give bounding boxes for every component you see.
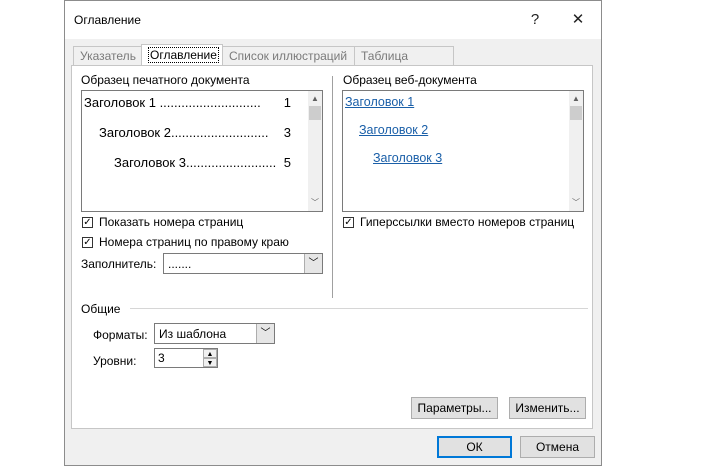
title-bar: Оглавление ? ✕ xyxy=(65,1,601,39)
entry-page: 3 xyxy=(283,125,291,140)
tab-leader-select[interactable]: ....... ﹀ xyxy=(163,253,323,274)
entry-text: Заголовок 1 ............................ xyxy=(84,95,261,110)
print-preview-box[interactable]: Заголовок 1 ............................… xyxy=(81,90,323,212)
web-link-2[interactable]: Заголовок 2 xyxy=(359,123,428,137)
web-preview-scrollbar[interactable]: ▲ ﹀ xyxy=(569,91,583,211)
ok-button[interactable]: ОК xyxy=(437,436,512,458)
entry-text: Заголовок 2........................... xyxy=(99,125,269,140)
print-entry-2: Заголовок 2........................... 3 xyxy=(99,125,291,140)
entry-text: Заголовок 3......................... xyxy=(114,155,277,170)
web-link-1[interactable]: Заголовок 1 xyxy=(345,95,414,109)
print-preview-label: Образец печатного документа xyxy=(81,73,250,87)
formats-value: Из шаблона xyxy=(159,327,227,341)
tab-authorities[interactable]: Таблица ссылок xyxy=(354,46,454,82)
spinner-buttons: ▲ ▼ xyxy=(203,349,217,367)
dialog-title: Оглавление xyxy=(74,13,141,27)
tab-label: Список иллюстраций xyxy=(229,49,348,63)
hyperlinks-checkbox[interactable]: ✓ xyxy=(343,217,354,228)
tab-leader-label: Заполнитель: xyxy=(81,257,157,271)
entry-page: 5 xyxy=(283,155,291,170)
web-preview-box[interactable]: Заголовок 1 Заголовок 2 Заголовок 3 ▲ ﹀ xyxy=(342,90,584,212)
scroll-up-icon[interactable]: ▲ xyxy=(569,93,583,105)
general-separator xyxy=(130,308,588,309)
tab-panel: Образец печатного документа Заголовок 1 … xyxy=(71,65,593,429)
right-align-checkbox[interactable]: ✓ xyxy=(82,237,93,248)
levels-label: Уровни: xyxy=(93,354,137,368)
print-entry-3: Заголовок 3......................... 5 xyxy=(114,155,291,170)
right-align-label: Номера страниц по правому краю xyxy=(99,235,289,249)
cancel-button[interactable]: Отмена xyxy=(520,436,595,458)
entry-page: 1 xyxy=(283,95,291,110)
chevron-down-icon[interactable]: ﹀ xyxy=(304,254,322,273)
formats-select[interactable]: Из шаблона ﹀ xyxy=(154,323,275,344)
print-entry-1: Заголовок 1 ............................… xyxy=(84,95,291,110)
show-page-numbers-checkbox[interactable]: ✓ xyxy=(82,217,93,228)
scroll-thumb[interactable] xyxy=(570,106,582,120)
close-button[interactable]: ✕ xyxy=(563,7,593,33)
spin-up-icon[interactable]: ▲ xyxy=(203,349,217,358)
show-page-numbers-label: Показать номера страниц xyxy=(99,215,244,229)
help-button[interactable]: ? xyxy=(520,7,550,33)
web-link-3[interactable]: Заголовок 3 xyxy=(373,151,442,165)
toc-dialog: Оглавление ? ✕ Указатель Оглавление Спис… xyxy=(64,0,602,466)
tab-label: Указатель xyxy=(80,49,136,63)
scroll-down-icon[interactable]: ﹀ xyxy=(308,197,322,209)
options-button[interactable]: Параметры... xyxy=(411,397,498,419)
modify-button[interactable]: Изменить... xyxy=(509,397,586,419)
tab-leader-value: ....... xyxy=(168,257,192,271)
tab-label: Оглавление xyxy=(148,47,219,63)
levels-spinner[interactable]: 3 ▲ ▼ xyxy=(154,348,218,368)
web-preview-label: Образец веб-документа xyxy=(343,73,477,87)
hyperlinks-label: Гиперссылки вместо номеров страниц xyxy=(360,215,575,229)
tab-toc[interactable]: Оглавление xyxy=(141,44,223,66)
tab-figures[interactable]: Список иллюстраций xyxy=(222,46,355,65)
scroll-down-icon[interactable]: ﹀ xyxy=(569,197,583,209)
levels-value: 3 xyxy=(158,351,165,365)
print-preview-scrollbar[interactable]: ▲ ﹀ xyxy=(308,91,322,211)
chevron-down-icon[interactable]: ﹀ xyxy=(256,324,274,343)
spin-down-icon[interactable]: ▼ xyxy=(203,358,217,367)
scroll-thumb[interactable] xyxy=(309,106,321,120)
scroll-up-icon[interactable]: ▲ xyxy=(308,93,322,105)
formats-label: Форматы: xyxy=(93,328,148,342)
general-section-label: Общие xyxy=(81,302,121,316)
vertical-separator xyxy=(332,76,333,298)
tab-index[interactable]: Указатель xyxy=(73,46,142,65)
